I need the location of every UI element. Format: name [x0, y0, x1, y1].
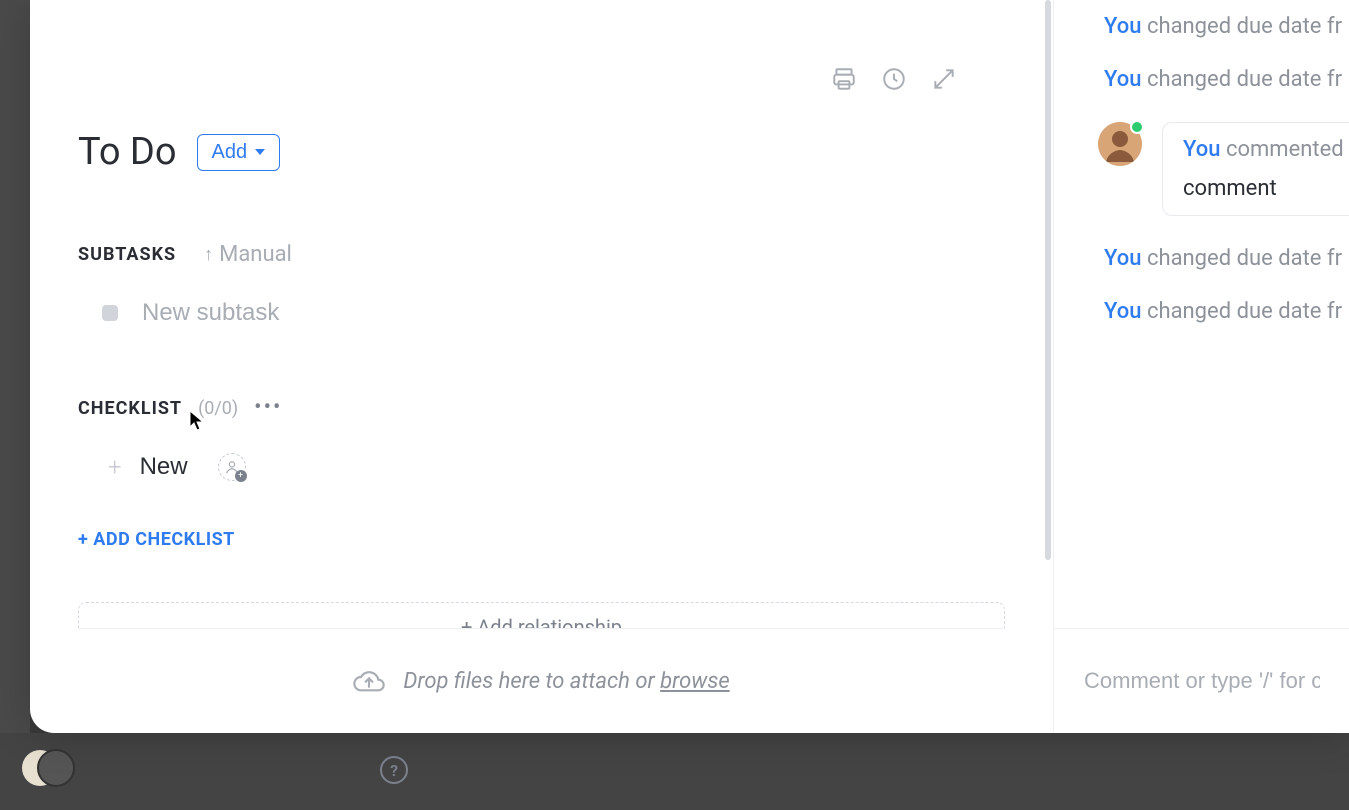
background-avatar	[20, 748, 76, 788]
add-button[interactable]: Add	[197, 134, 281, 171]
expand-icon[interactable]	[931, 66, 957, 92]
add-relationship-label: + Add relationship	[461, 615, 622, 628]
cloud-upload-icon	[353, 665, 385, 697]
checklist-header: CHECKLIST (0/0) •••	[78, 397, 1005, 419]
title-row: To Do Add	[78, 130, 1005, 174]
background-sidebar-peek	[0, 0, 30, 733]
top-icon-bar	[831, 66, 957, 92]
activity-text: changed due date fr	[1147, 299, 1342, 324]
comment-input[interactable]	[1084, 668, 1320, 694]
subtasks-sort-label: Manual	[219, 242, 292, 267]
task-title[interactable]: To Do	[78, 130, 177, 174]
checklist-count: (0/0)	[198, 398, 238, 419]
assign-person-icon[interactable]: +	[218, 453, 246, 481]
more-icon[interactable]: •••	[254, 397, 282, 419]
add-button-label: Add	[212, 141, 248, 164]
new-subtask-input[interactable]	[142, 299, 542, 327]
comment-text: comment	[1183, 176, 1349, 201]
presence-indicator	[1130, 120, 1144, 134]
subtasks-sort-toggle[interactable]: ↑ Manual	[204, 242, 292, 267]
checklist-label: CHECKLIST	[78, 398, 182, 419]
checklist-new-item[interactable]: + +	[78, 453, 1005, 481]
comment-verb: commented	[1226, 137, 1344, 162]
new-subtask-row[interactable]	[78, 299, 1005, 327]
scrollbar[interactable]	[1045, 0, 1051, 560]
activity-column: All Mine You changed due date fr You cha…	[1054, 0, 1349, 733]
browse-link[interactable]: browse	[660, 669, 730, 694]
arrow-up-icon: ↑	[204, 246, 213, 264]
add-checklist-button[interactable]: + ADD CHECKLIST	[78, 529, 235, 550]
task-modal: To Do Add SUBTASKS ↑ Manual CHECKLIST	[30, 0, 1349, 733]
checklist-item-input[interactable]	[140, 453, 200, 481]
activity-text: changed due date fr	[1147, 246, 1342, 271]
background-bottom-bar	[0, 733, 1349, 810]
chevron-down-icon	[255, 149, 265, 155]
activity-actor: You	[1104, 14, 1141, 39]
add-relationship-button[interactable]: + Add relationship	[78, 602, 1005, 628]
activity-row: You changed due date fr	[1104, 285, 1349, 338]
comment-header: You commented	[1183, 137, 1349, 162]
activity-actor: You	[1104, 299, 1141, 324]
task-main-column: To Do Add SUBTASKS ↑ Manual CHECKLIST	[30, 0, 1054, 733]
assign-plus-badge: +	[235, 470, 247, 482]
activity-actor: You	[1104, 67, 1141, 92]
activity-row: You changed due date fr	[1104, 53, 1349, 106]
dropzone-prefix: Drop files here to attach or	[403, 669, 660, 694]
activity-row: You changed due date fr	[1104, 232, 1349, 285]
comment-actor: You	[1183, 137, 1220, 162]
activity-text: changed due date fr	[1147, 67, 1342, 92]
activity-list: You changed due date fr You changed due …	[1054, 0, 1349, 628]
attachment-dropzone[interactable]: Drop files here to attach or browse	[78, 628, 1005, 733]
add-checklist-label: + ADD CHECKLIST	[78, 529, 235, 550]
history-icon[interactable]	[881, 66, 907, 92]
comment-body[interactable]: You commented comment	[1162, 122, 1349, 216]
activity-actor: You	[1104, 246, 1141, 271]
comment-input-bar[interactable]	[1054, 628, 1349, 733]
help-icon[interactable]: ?	[380, 756, 408, 784]
status-chip-icon[interactable]	[102, 305, 118, 321]
subtasks-label: SUBTASKS	[78, 244, 176, 265]
dropzone-text: Drop files here to attach or browse	[403, 669, 729, 694]
subtasks-header: SUBTASKS ↑ Manual	[78, 242, 1005, 267]
activity-text: changed due date fr	[1147, 14, 1342, 39]
activity-comment: You commented comment	[1098, 122, 1349, 216]
plus-icon: +	[108, 455, 122, 479]
activity-row: You changed due date fr	[1104, 0, 1349, 53]
print-icon[interactable]	[831, 66, 857, 92]
avatar[interactable]	[1098, 122, 1142, 166]
